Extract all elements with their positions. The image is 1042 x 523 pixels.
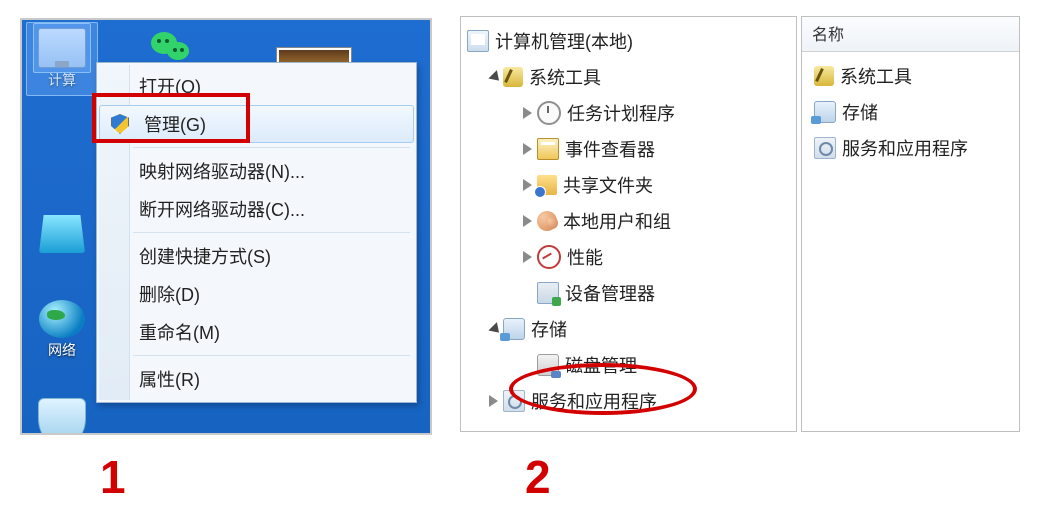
menu-item-disconnect-drive-label: 断开网络驱动器(C)... [139,200,305,220]
desktop-icon-cup[interactable] [32,398,92,435]
desktop-icon-computer-label: 计算 [32,70,92,90]
tree-twisty-collapsed-icon[interactable] [521,142,535,156]
tree-performance[interactable]: 性能 [463,239,790,275]
tree-twisty-collapsed-icon[interactable] [521,178,535,192]
menu-item-map-drive[interactable]: 映射网络驱动器(N)... [99,152,414,190]
computer-management-icon [467,30,489,52]
cup-icon [38,398,86,435]
tree-disk-management[interactable]: 磁盘管理 [463,347,790,383]
menu-item-rename[interactable]: 重命名(M) [99,313,414,351]
performance-icon [537,245,561,269]
storage-icon [814,101,836,123]
tree-event-viewer[interactable]: 事件查看器 [463,131,790,167]
context-menu: 打开(O) 管理(G) 映射网络驱动器(N)... 断开网络驱动器(C)... … [96,62,417,403]
tree-twisty-collapsed-icon[interactable] [521,214,535,228]
tree-shared-folders-label: 共享文件夹 [563,172,653,198]
list-item-storage[interactable]: 存储 [806,94,1015,130]
menu-item-delete[interactable]: 删除(D) [99,275,414,313]
menu-item-manage-label: 管理(G) [144,115,206,135]
tree-local-users[interactable]: 本地用户和组 [463,203,790,239]
menu-item-open-label: 打开(O) [139,77,201,97]
desktop-icon-network[interactable]: 网络 [32,300,92,360]
wechat-icon [149,28,195,66]
menu-item-rename-label: 重命名(M) [139,323,220,343]
annotation-step-1: 1 [100,450,126,504]
menu-separator [133,147,410,148]
panel-1-desktop: 计算 网络 打开(O) 管理(G) 映射网络驱动器 [20,18,432,435]
list-item-services[interactable]: 服务和应用程序 [806,130,1015,166]
tree-pane: 计算机管理(本地) 系统工具 任务计划程序 事件查看器 共享文件夹 [460,16,797,432]
device-manager-icon [537,282,559,304]
tree-system-tools-label: 系统工具 [529,64,601,90]
menu-item-create-shortcut-label: 创建快捷方式(S) [139,247,271,267]
menu-item-create-shortcut[interactable]: 创建快捷方式(S) [99,237,414,275]
shield-icon [111,114,129,134]
tree-twisty-collapsed-icon[interactable] [521,106,535,120]
tree-twisty-none [521,358,535,372]
menu-item-open[interactable]: 打开(O) [99,67,414,105]
list-header-name[interactable]: 名称 [802,17,1019,52]
tree-services-apps[interactable]: 服务和应用程序 [463,383,790,419]
services-icon [503,390,525,412]
disk-icon [537,354,559,376]
menu-item-map-drive-label: 映射网络驱动器(N)... [139,162,305,182]
menu-item-properties[interactable]: 属性(R) [99,360,414,398]
desktop-icon-computer[interactable]: 计算 [32,28,92,90]
menu-item-manage[interactable]: 管理(G) [99,105,414,143]
tree-root-label: 计算机管理(本地) [495,28,633,54]
tools-icon [814,66,834,86]
annotation-step-2: 2 [525,450,551,504]
menu-item-delete-label: 删除(D) [139,285,200,305]
tree-task-scheduler-label: 任务计划程序 [567,100,675,126]
tree-performance-label: 性能 [567,244,603,270]
tree-device-manager[interactable]: 设备管理器 [463,275,790,311]
tree-twisty-collapsed-icon[interactable] [487,394,501,408]
shared-folder-icon [537,175,557,195]
clock-icon [537,101,561,125]
list-item-system-tools[interactable]: 系统工具 [806,58,1015,94]
tree-twisty-collapsed-icon[interactable] [521,250,535,264]
list-pane: 名称 系统工具 存储 服务和应用程序 [801,16,1020,432]
storage-icon [503,318,525,340]
tree-root[interactable]: 计算机管理(本地) [463,23,790,59]
tree-twisty-expanded-icon[interactable] [487,322,501,336]
menu-item-properties-label: 属性(R) [139,370,200,390]
desktop-icon-network-label: 网络 [32,340,92,360]
menu-separator [133,232,410,233]
event-viewer-icon [537,138,559,160]
tree-event-viewer-label: 事件查看器 [565,136,655,162]
list-item-services-label: 服务和应用程序 [842,135,968,161]
tools-icon [503,67,523,87]
tree-services-apps-label: 服务和应用程序 [531,388,657,414]
globe-icon [39,300,85,338]
menu-separator [133,355,410,356]
tree: 计算机管理(本地) 系统工具 任务计划程序 事件查看器 共享文件夹 [461,17,796,425]
list-body: 系统工具 存储 服务和应用程序 [802,52,1019,172]
tree-local-users-label: 本地用户和组 [563,208,671,234]
list-header-name-label: 名称 [812,27,844,44]
tree-disk-management-label: 磁盘管理 [565,352,637,378]
menu-item-disconnect-drive[interactable]: 断开网络驱动器(C)... [99,190,414,228]
desktop-icon-recycle[interactable] [32,215,92,255]
users-icon [537,211,557,231]
tree-task-scheduler[interactable]: 任务计划程序 [463,95,790,131]
tree-shared-folders[interactable]: 共享文件夹 [463,167,790,203]
recycle-bin-icon [39,215,85,253]
computer-icon [38,28,86,68]
tree-storage-label: 存储 [531,316,567,342]
services-icon [814,137,836,159]
list-item-system-tools-label: 系统工具 [840,63,912,89]
tree-storage[interactable]: 存储 [463,311,790,347]
tree-system-tools[interactable]: 系统工具 [463,59,790,95]
tree-twisty-expanded-icon[interactable] [487,70,501,84]
tree-device-manager-label: 设备管理器 [565,280,655,306]
panel-2-computer-management: 计算机管理(本地) 系统工具 任务计划程序 事件查看器 共享文件夹 [460,16,1020,430]
tree-twisty-none [521,286,535,300]
list-item-storage-label: 存储 [842,99,878,125]
